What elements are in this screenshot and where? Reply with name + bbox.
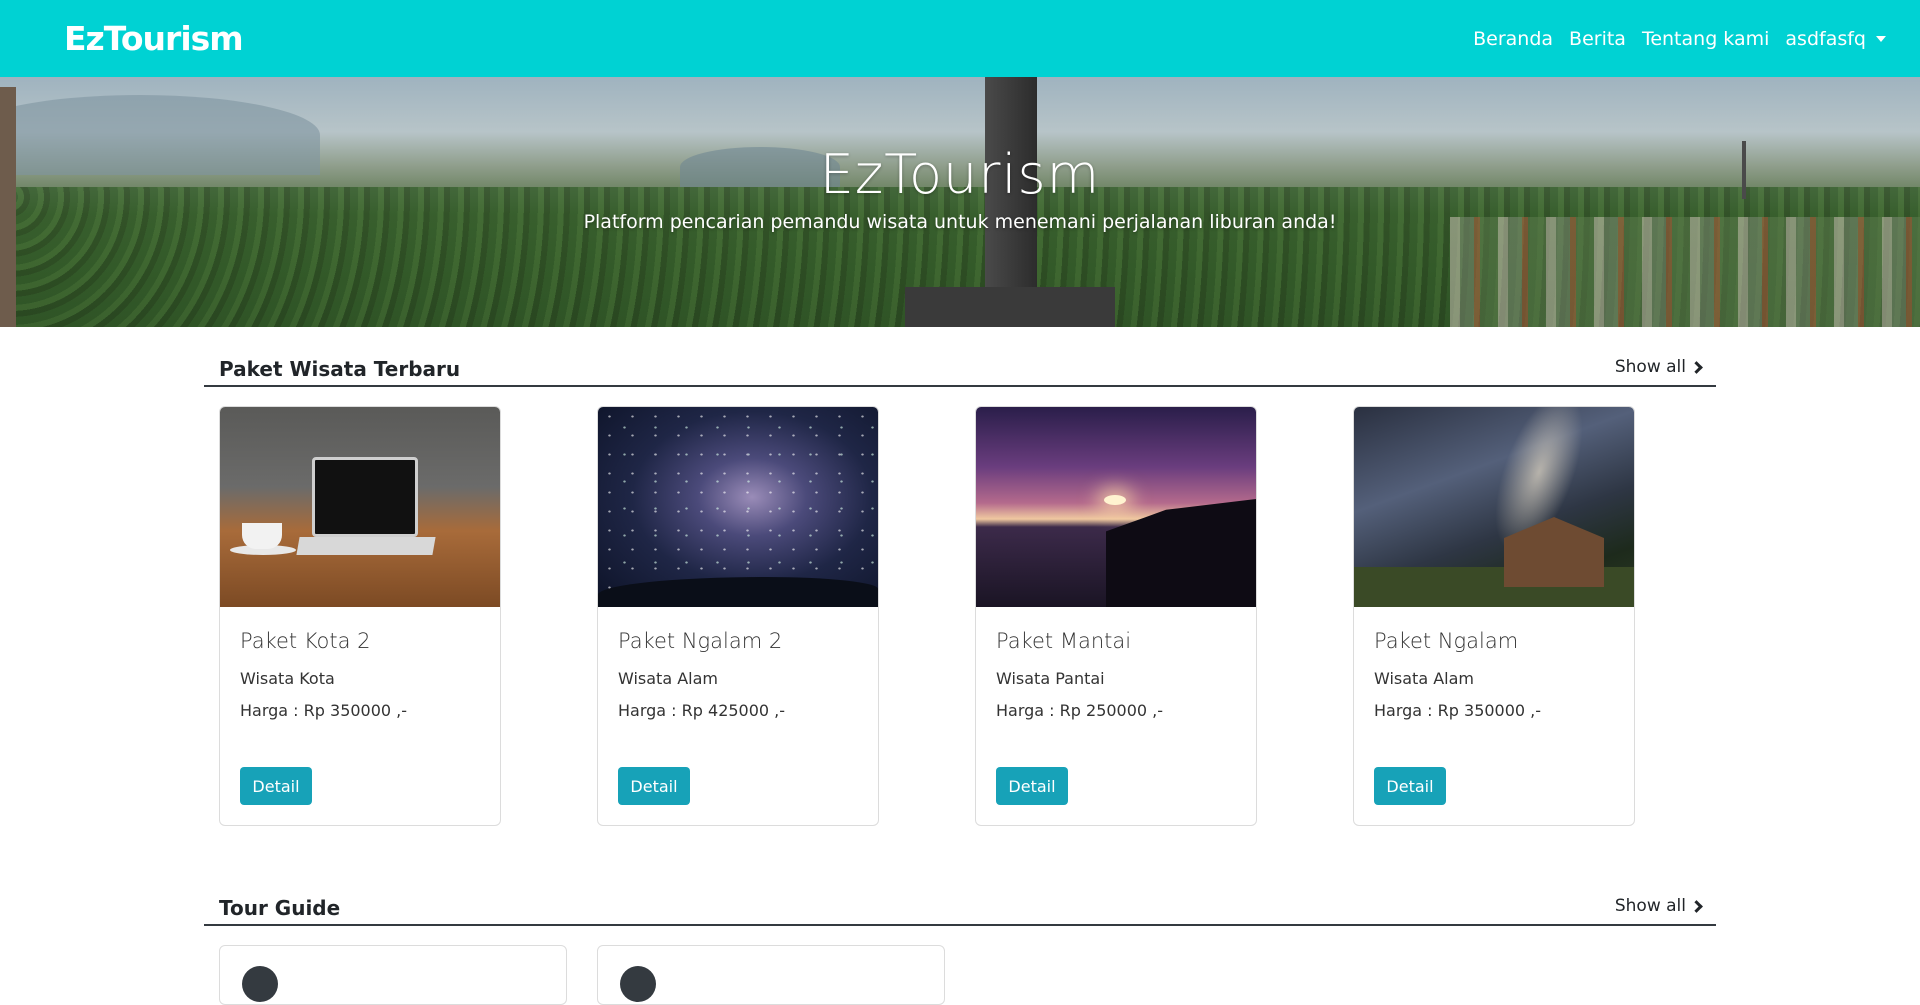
navbar: EzTourism Beranda Berita Tentang kami as…: [0, 0, 1920, 77]
package-price: Harga : Rp 350000 ,-: [1374, 701, 1542, 720]
user-name: asdfasfq: [1785, 27, 1866, 50]
package-price: Harga : Rp 250000 ,-: [996, 701, 1164, 720]
hero-pillar: [0, 87, 16, 327]
hero-monument-base: [905, 287, 1115, 327]
nav-link-berita[interactable]: Berita: [1569, 28, 1626, 50]
nav-link-tentang-kami[interactable]: Tentang kami: [1642, 28, 1769, 50]
caret-down-icon: [1876, 35, 1886, 42]
package-card: Paket Mantai Wisata Pantai Harga : Rp 25…: [975, 406, 1257, 826]
package-card: Paket Ngalam Wisata Alam Harga : Rp 3500…: [1353, 406, 1635, 826]
package-card: Paket Kota 2 Wisata Kota Harga : Rp 3500…: [219, 406, 501, 826]
avatar: [242, 966, 278, 1002]
brand-logo[interactable]: EzTourism: [64, 19, 244, 58]
package-title: Paket Ngalam 2: [618, 629, 783, 653]
detail-button[interactable]: Detail: [240, 767, 312, 805]
chevron-right-icon: [1690, 360, 1703, 374]
package-image[interactable]: [1354, 407, 1634, 607]
guide-section-header: Tour Guide Show all: [204, 896, 1716, 926]
detail-button[interactable]: Detail: [1374, 767, 1446, 805]
package-image[interactable]: [976, 407, 1256, 607]
nav-menu: Beranda Berita Tentang kami asdfasfq: [1457, 28, 1886, 50]
package-card: Paket Ngalam 2 Wisata Alam Harga : Rp 42…: [597, 406, 879, 826]
paket-section-header: Paket Wisata Terbaru Show all: [204, 357, 1716, 387]
detail-button[interactable]: Detail: [996, 767, 1068, 805]
show-all-link[interactable]: Show all: [1614, 896, 1703, 916]
guide-card[interactable]: [597, 945, 945, 1005]
hero-subtitle: Platform pencarian pemandu wisata untuk …: [583, 211, 1337, 233]
package-category: Wisata Alam: [1374, 669, 1474, 688]
show-all-label: Show all: [1614, 896, 1686, 916]
package-category: Wisata Alam: [618, 669, 718, 688]
package-category: Wisata Pantai: [996, 669, 1105, 688]
package-image[interactable]: [598, 407, 878, 607]
package-title: Paket Mantai: [996, 629, 1132, 653]
avatar: [620, 966, 656, 1002]
hero-town: [1450, 217, 1920, 327]
section-title: Tour Guide: [219, 896, 341, 920]
package-price: Harga : Rp 350000 ,-: [240, 701, 408, 720]
show-all-link[interactable]: Show all: [1614, 357, 1703, 377]
nav-link-beranda[interactable]: Beranda: [1473, 28, 1553, 50]
package-price: Harga : Rp 425000 ,-: [618, 701, 786, 720]
hero-title: EzTourism: [819, 143, 1101, 206]
package-title: Paket Kota 2: [240, 629, 371, 653]
user-dropdown[interactable]: asdfasfq: [1785, 28, 1886, 50]
package-image[interactable]: [220, 407, 500, 607]
section-title: Paket Wisata Terbaru: [219, 357, 461, 381]
chevron-right-icon: [1690, 899, 1703, 913]
package-category: Wisata Kota: [240, 669, 335, 688]
show-all-label: Show all: [1614, 357, 1686, 377]
package-title: Paket Ngalam: [1374, 629, 1519, 653]
detail-button[interactable]: Detail: [618, 767, 690, 805]
guide-card[interactable]: [219, 945, 567, 1005]
